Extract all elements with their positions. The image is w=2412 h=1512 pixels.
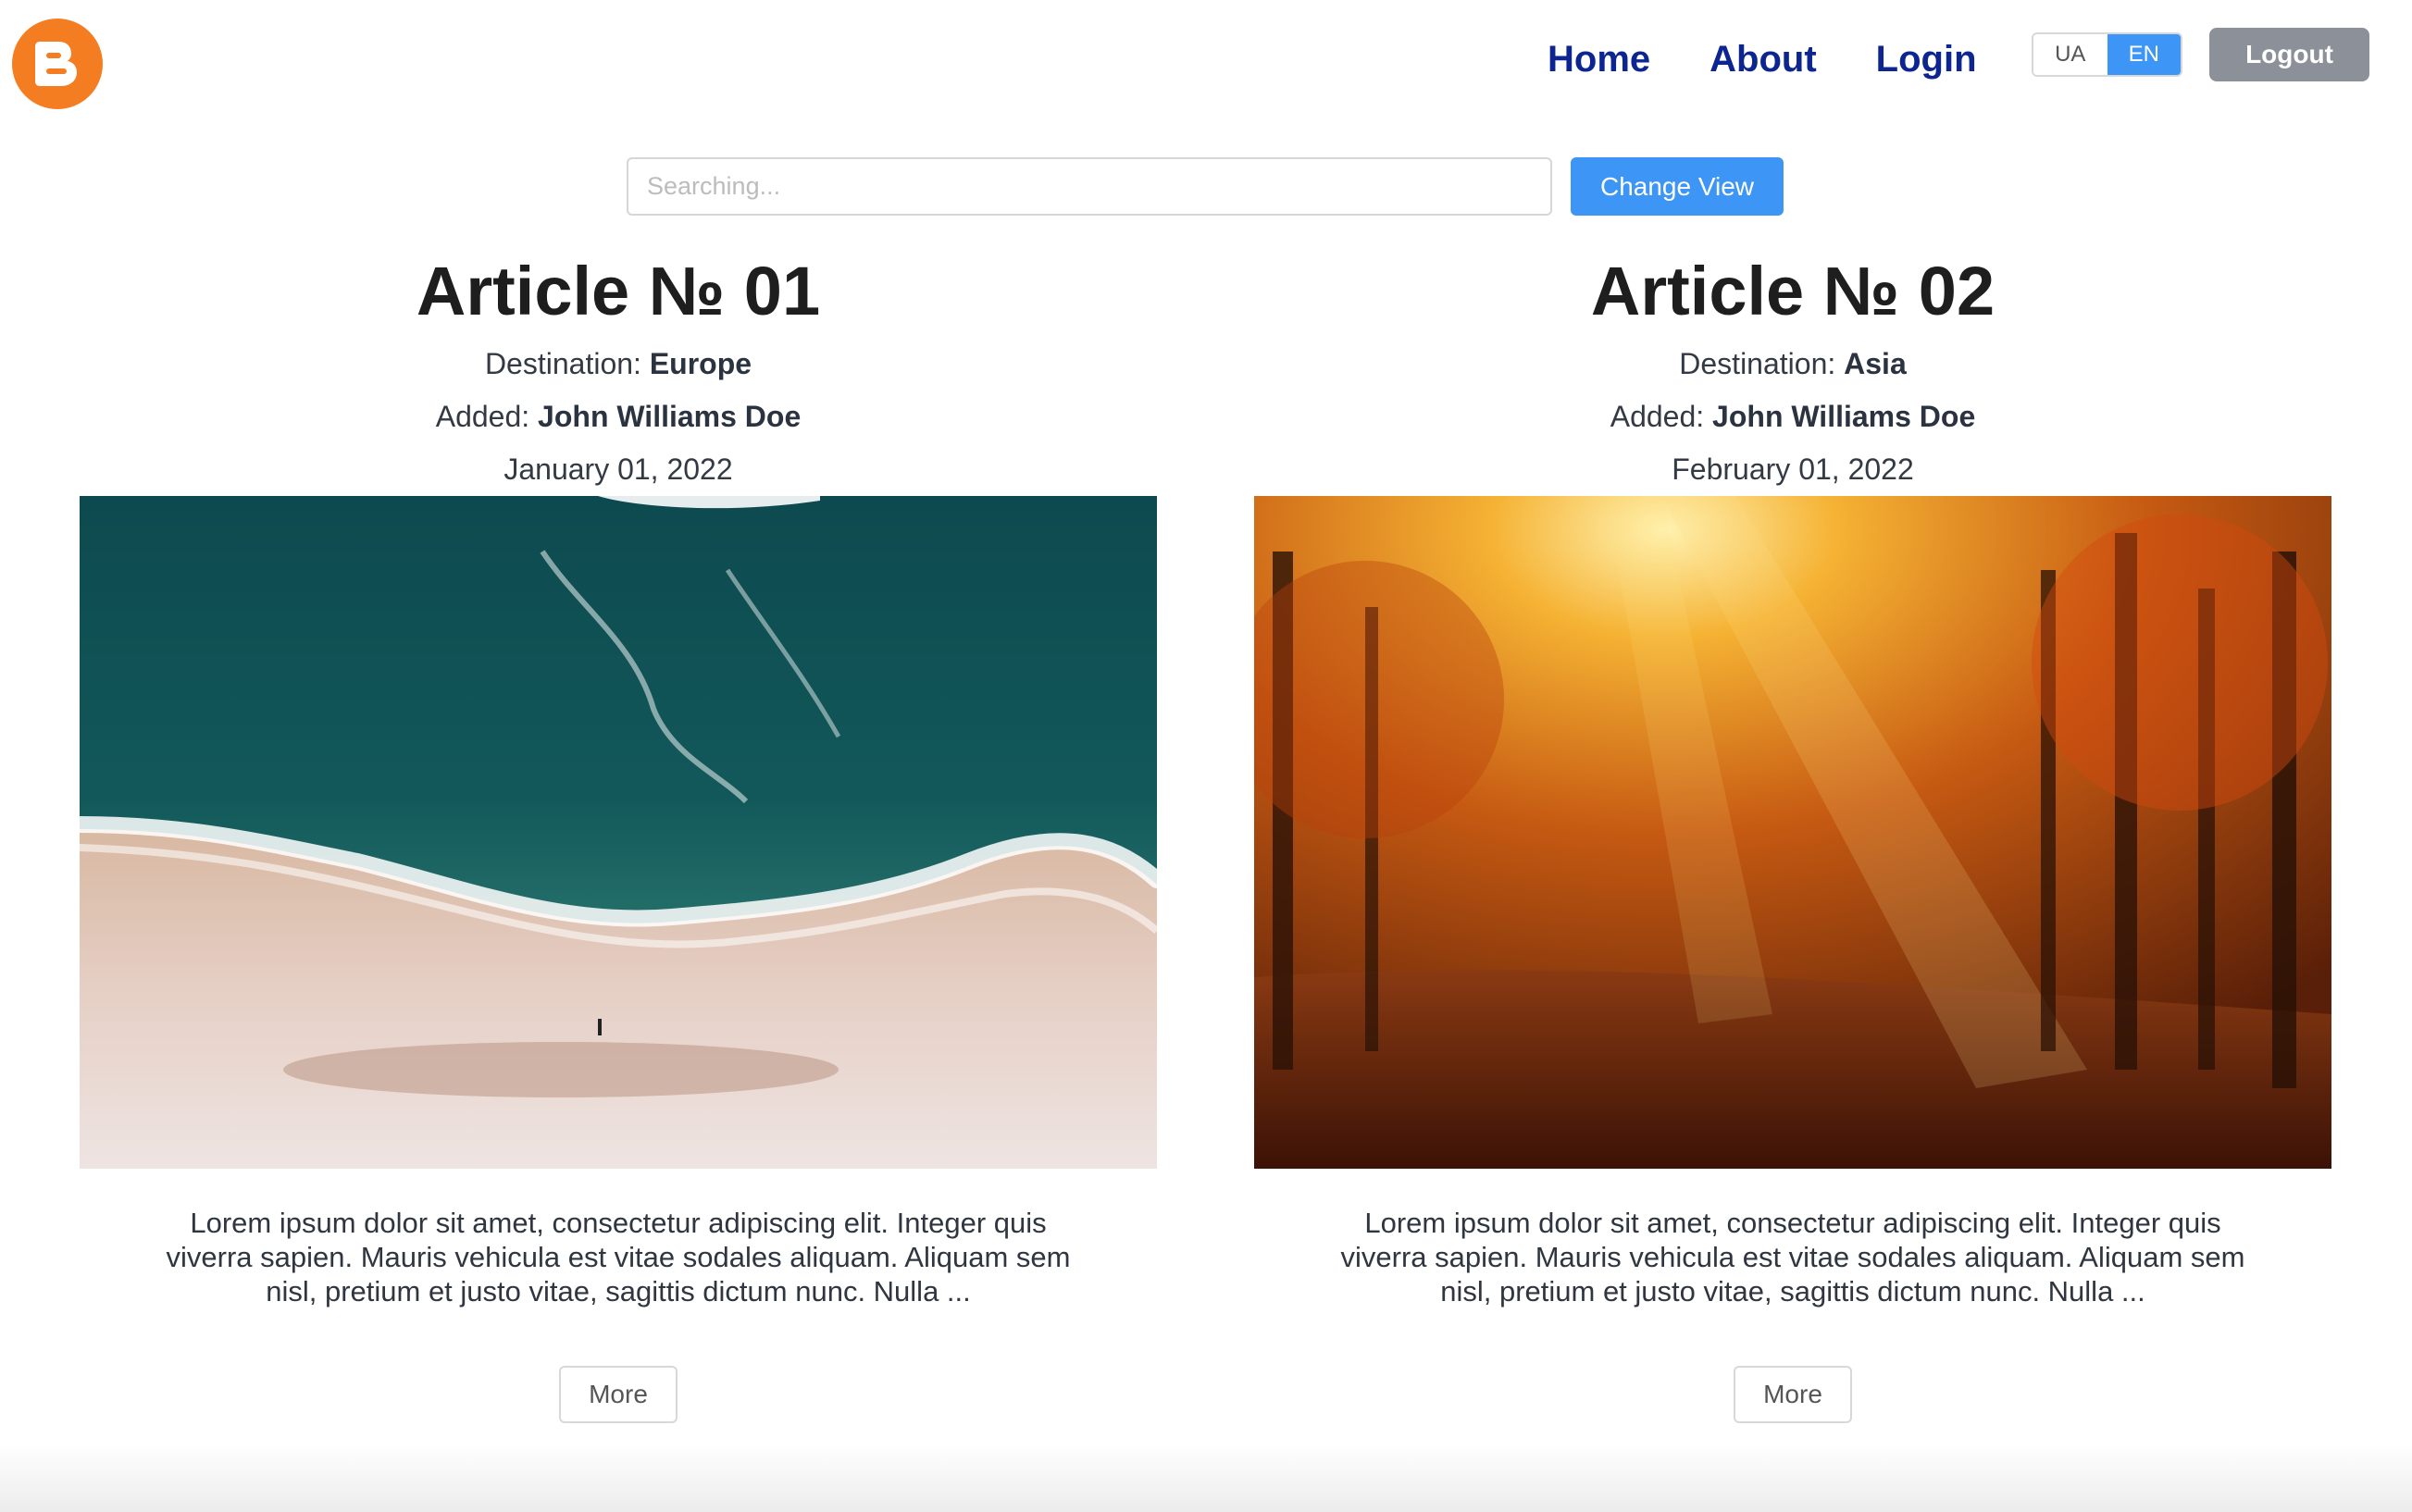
language-ua-button[interactable]: UA [2033, 34, 2107, 75]
blogger-logo-icon[interactable] [12, 19, 103, 109]
logout-button[interactable]: Logout [2209, 28, 2369, 81]
article-title: Article № 01 [416, 253, 821, 329]
added-label: Added: [1610, 400, 1713, 433]
main-nav: Home About Login [1548, 31, 1977, 87]
author-name: John Williams Doe [1712, 400, 1976, 433]
search-input[interactable] [627, 157, 1552, 216]
article-author: Added: John Williams Doe [80, 390, 1157, 443]
more-button[interactable]: More [559, 1366, 678, 1423]
article-image-forest [1254, 496, 2331, 1169]
destination-label: Destination: [484, 347, 650, 380]
article-excerpt: Lorem ipsum dolor sit amet, consectetur … [166, 1207, 1071, 1308]
nav-home-link[interactable]: Home [1548, 31, 1650, 87]
article-date: January 01, 2022 [504, 452, 733, 486]
article-excerpt: Lorem ipsum dolor sit amet, consectetur … [1340, 1207, 2245, 1308]
site-header: Home About Login UA EN Logout [0, 0, 2412, 130]
article-destination: Destination: Asia [1254, 338, 2331, 390]
article-date: February 01, 2022 [1672, 452, 1914, 486]
author-name: John Williams Doe [538, 400, 802, 433]
page-bottom-edge [0, 1444, 2412, 1512]
article-image-beach [80, 496, 1157, 1169]
nav-login-link[interactable]: Login [1876, 31, 1977, 87]
article-author: Added: John Williams Doe [1254, 390, 2331, 443]
change-view-button[interactable]: Change View [1571, 157, 1784, 216]
article-card: Article № 01 Destination: Europe Added: … [80, 245, 1157, 1423]
language-switcher: UA EN [2032, 32, 2182, 77]
nav-about-link[interactable]: About [1710, 31, 1817, 87]
language-en-button[interactable]: EN [2107, 34, 2181, 75]
destination-value: Europe [649, 347, 752, 380]
article-destination: Destination: Europe [80, 338, 1157, 390]
destination-label: Destination: [1679, 347, 1845, 380]
destination-value: Asia [1844, 347, 1907, 380]
article-title: Article № 02 [1590, 253, 1995, 329]
added-label: Added: [435, 400, 539, 433]
article-card: Article № 02 Destination: Asia Added: Jo… [1254, 245, 2331, 1423]
more-button[interactable]: More [1734, 1366, 1852, 1423]
